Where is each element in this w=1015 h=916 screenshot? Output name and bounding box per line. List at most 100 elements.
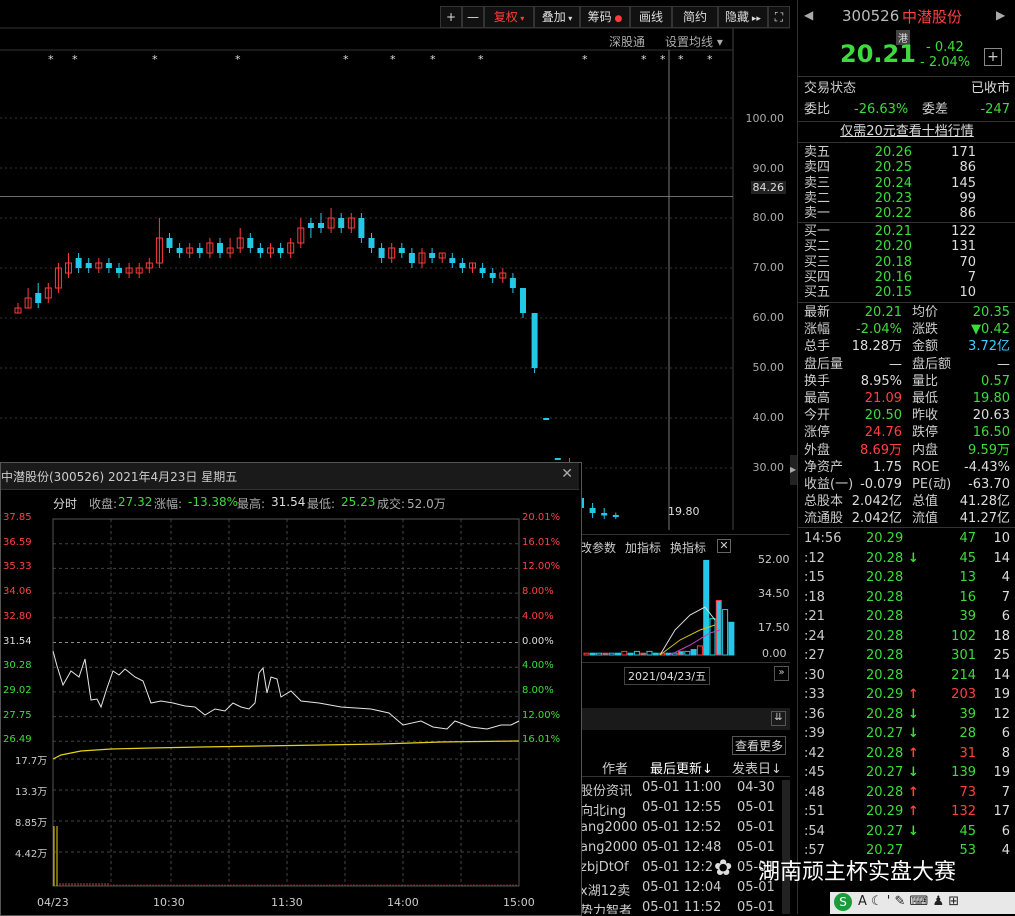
level-price: 20.22	[874, 206, 912, 222]
candle-body	[75, 258, 82, 268]
volume-bar	[608, 652, 615, 656]
candle-body	[543, 418, 550, 420]
tick-row: :39 20.27 ↓ 28 6	[804, 725, 1010, 742]
tick-volume: 31	[959, 745, 976, 761]
candle-body	[358, 218, 365, 238]
event-marker[interactable]: *	[390, 53, 396, 66]
stat-label: 均价	[912, 305, 939, 320]
ime-logo-icon[interactable]: S	[834, 893, 852, 911]
volume-bar	[627, 652, 634, 656]
volume-bar	[602, 652, 609, 656]
ask-row[interactable]: 卖一 20.22 86	[804, 206, 1010, 221]
event-marker[interactable]: *	[582, 53, 588, 66]
tick-row: :30 20.28 214 14	[804, 667, 1010, 684]
event-marker[interactable]: *	[641, 53, 647, 66]
event-marker[interactable]: *	[707, 53, 713, 66]
prev-stock-icon[interactable]: ◀	[804, 8, 813, 22]
stat-label: 流值	[912, 511, 939, 527]
event-marker[interactable]: *	[48, 53, 54, 66]
tick-price: 20.29	[866, 804, 904, 819]
tick-price: 20.28	[866, 589, 904, 605]
bid-row[interactable]: 买四 20.16 7	[804, 270, 1010, 285]
tick-row: :18 20.28 16 7	[804, 589, 1010, 606]
col-updated[interactable]: 最后更新↓	[650, 758, 713, 777]
next-stock-icon[interactable]: ▶	[996, 8, 1005, 22]
price-change-pct: - 2.04%	[920, 55, 971, 70]
date-scrollbar[interactable]: 2021/04/23/五 »	[580, 662, 790, 685]
candle-body	[217, 243, 223, 253]
news-scrollbar[interactable]	[782, 780, 790, 914]
price-tick: 32.80	[3, 610, 32, 622]
news-author: 向北ing	[580, 804, 627, 819]
pct-tick: 16.01%	[522, 734, 561, 746]
last-price: 20.21	[840, 40, 916, 68]
volume-bar	[646, 650, 653, 656]
stat-value: -0.079	[860, 477, 902, 492]
event-marker[interactable]: *	[678, 53, 684, 66]
tick-price: 20.27	[866, 765, 904, 780]
time-tick: 15:00	[503, 896, 535, 909]
news-row[interactable]: 向北ing 05-01 12:55 05-01	[580, 800, 780, 820]
level2-promo-link[interactable]: 仅需20元查看十档行情	[798, 121, 1015, 143]
stat-label: 换手	[804, 373, 831, 389]
kline-chart-area[interactable]: + — 复权 ▾ 叠加 ▾ 筹码 ● 画线 简约 隐藏 ▸▸ ⛶ 深股通 设置均…	[0, 0, 790, 530]
news-row[interactable]: 股份资讯 05-01 11:00 04-30	[580, 780, 780, 800]
news-header-bar: ⇊	[580, 708, 790, 730]
event-marker[interactable]: *	[478, 53, 484, 66]
news-author: zbjDtOf	[580, 860, 629, 875]
bid-row[interactable]: 买五 20.15 10	[804, 285, 1010, 300]
stat-row: 外盘 8.69万 内盘 9.59万	[804, 442, 1010, 459]
event-marker[interactable]: *	[660, 53, 666, 66]
news-author: x湖12卖	[580, 884, 631, 899]
intraday-popup[interactable]: 中潜股份(300526) 2021年4月23日 星期五 ✕ 分时 收盘: 27.…	[0, 462, 582, 916]
add-watchlist-button[interactable]: +	[984, 48, 1002, 66]
event-marker[interactable]: *	[235, 53, 241, 66]
tick-volume: 13	[959, 570, 976, 585]
col-author[interactable]: 作者	[602, 758, 628, 777]
plot-frame	[52, 518, 520, 887]
tick-time: :45	[804, 765, 825, 780]
price-tick: 29.02	[3, 684, 32, 696]
pct-tick: 12.00%	[522, 709, 561, 721]
news-updated: 05-01 11:52	[642, 900, 722, 914]
level-volume: 86	[959, 206, 976, 222]
panel-toggle-icon[interactable]: ▶	[790, 455, 797, 485]
scroll-right-icon[interactable]: »	[774, 666, 789, 681]
stat-label: 流通股	[804, 511, 844, 527]
bid-row[interactable]: 买三 20.18 70	[804, 255, 1010, 270]
news-row[interactable]: 势力智者 05-01 11:52 05-01	[580, 900, 780, 914]
watermark: ✿ 湖南顽主杯实盘大赛	[714, 852, 1004, 886]
tick-row: :21 20.28 39 6	[804, 608, 1010, 625]
price-tick: 50.00	[752, 361, 785, 374]
tick-direction-icon: ↑	[908, 745, 919, 761]
price-tick: 30.00	[752, 461, 785, 474]
price-tick: 36.59	[3, 536, 32, 548]
ask-row[interactable]: 卖五 20.26 171	[804, 145, 1010, 160]
tick-volume: 132	[951, 804, 976, 819]
time-tick: 11:30	[271, 896, 303, 909]
stat-value: -2.04%	[856, 322, 902, 338]
event-marker[interactable]: *	[343, 53, 349, 66]
volume-bar	[690, 649, 697, 656]
candle-body	[247, 238, 254, 248]
event-marker[interactable]: *	[152, 53, 158, 66]
collapse-icon[interactable]: ⇊	[771, 711, 786, 726]
event-marker[interactable]: *	[430, 53, 436, 66]
ask-row[interactable]: 卖三 20.24 145	[804, 176, 1010, 191]
volume-chart[interactable]: 改参数 加指标 换指标 ✕ 52.00 34.50 17.50 0.00	[580, 534, 790, 663]
pct-tick: 20.01%	[522, 512, 561, 523]
bid-row[interactable]: 买二 20.20 131	[804, 239, 1010, 254]
divider	[798, 222, 1015, 223]
bid-row[interactable]: 买一 20.21 122	[804, 224, 1010, 239]
stat-row: 总股本 2.042亿 总值 41.28亿	[804, 493, 1010, 510]
col-posted[interactable]: 发表日↓	[732, 758, 782, 777]
stat-label: 最高	[804, 391, 831, 406]
event-marker[interactable]: *	[72, 53, 78, 66]
vol-tick: 0.00	[762, 647, 787, 660]
news-row[interactable]: ang2000 05-01 12:52 05-01	[580, 820, 780, 840]
view-more-button[interactable]: 查看更多	[732, 736, 787, 755]
ask-row[interactable]: 卖四 20.25 86	[804, 160, 1010, 175]
ask-row[interactable]: 卖二 20.23 99	[804, 191, 1010, 206]
tick-count: 18	[993, 628, 1010, 644]
volume-bar	[652, 652, 659, 656]
